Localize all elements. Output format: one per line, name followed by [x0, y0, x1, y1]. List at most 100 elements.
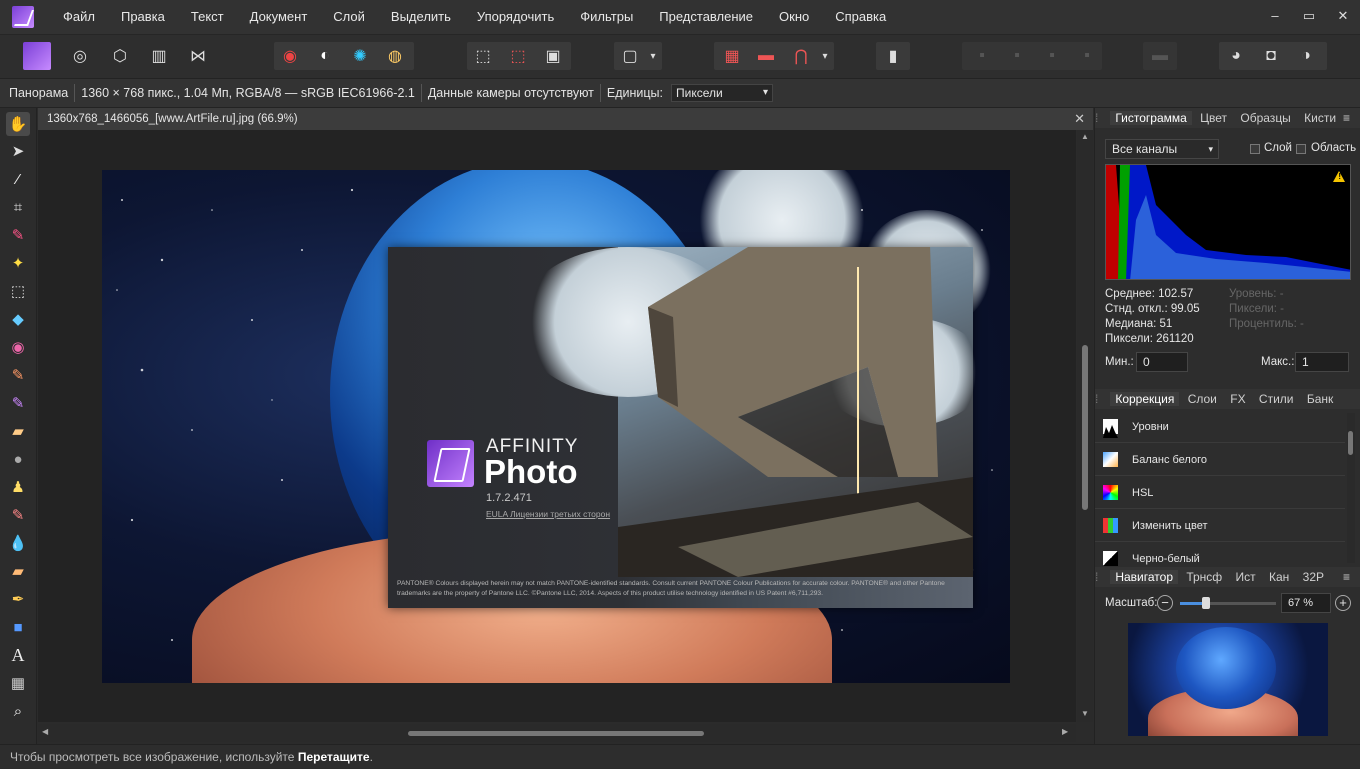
adjustment-scrollbar[interactable]	[1347, 413, 1355, 563]
panel-menu-icon[interactable]: ≡	[1338, 108, 1355, 128]
navigator-preview[interactable]	[1128, 623, 1328, 736]
tab-transform[interactable]: Трнсф	[1181, 570, 1227, 584]
flood-fill-tool-icon[interactable]: ◆	[6, 307, 30, 331]
auto-colors-icon[interactable]: ✺	[346, 42, 374, 70]
tab-layers[interactable]: Слои	[1183, 392, 1222, 406]
grip-icon[interactable]: ⁞	[1095, 389, 1107, 409]
selection-brush-tool-icon[interactable]: ✎	[6, 223, 30, 247]
rectangle-tool-icon[interactable]: ■	[6, 615, 30, 639]
snapping-magnet-icon[interactable]: ⋂	[787, 42, 815, 70]
quick-mask-icon[interactable]: ▢	[616, 42, 644, 70]
zoom-slider-track[interactable]	[1180, 597, 1276, 609]
tab-brushes[interactable]: Кисти	[1299, 111, 1341, 125]
restore-button[interactable]: ▭	[1292, 0, 1326, 34]
horizontal-scrollbar[interactable]: ◀ ▶	[38, 724, 1076, 742]
adjustment-black-white[interactable]: Черно-белый	[1095, 543, 1345, 566]
zoom-field[interactable]: 67 %	[1281, 593, 1331, 613]
max-field[interactable]: 1	[1295, 352, 1349, 372]
tab-navigator[interactable]: Навигатор	[1110, 570, 1178, 584]
document-tab[interactable]: 1360x768_1466056_[www.ArtFile.ru].jpg (6…	[38, 108, 1093, 130]
menu-text[interactable]: Текст	[178, 0, 237, 34]
select-all-icon[interactable]: ⬚	[469, 42, 497, 70]
mesh-warp-tool-icon[interactable]: ▦	[6, 671, 30, 695]
arrange-front-icon[interactable]: ▪	[1073, 42, 1101, 70]
auto-levels-icon[interactable]: ◉	[276, 42, 304, 70]
chevron-down-icon[interactable]: ▾	[644, 42, 662, 70]
adjustment-levels[interactable]: Уровни	[1095, 411, 1345, 443]
adjustment-replace-color[interactable]: Изменить цвет	[1095, 510, 1345, 542]
scroll-down-icon[interactable]: ▼	[1081, 709, 1089, 718]
tab-stock[interactable]: Банк	[1302, 392, 1338, 406]
flood-select-tool-icon[interactable]: ✦	[6, 251, 30, 275]
menu-window[interactable]: Окно	[766, 0, 822, 34]
area-checkbox[interactable]	[1296, 144, 1306, 154]
units-dropdown[interactable]: Пиксели	[671, 84, 774, 102]
scroll-up-icon[interactable]: ▲	[1081, 132, 1089, 141]
scroll-left-icon[interactable]: ◀	[42, 727, 48, 736]
vertical-scrollbar[interactable]: ▲ ▼	[1077, 130, 1093, 722]
text-tool-icon[interactable]: A	[6, 643, 30, 667]
minimize-button[interactable]: –	[1258, 0, 1292, 34]
develop-persona-icon[interactable]: ⬡	[106, 42, 134, 70]
crop-tool-icon[interactable]: ⌗	[6, 195, 30, 219]
menu-file[interactable]: Файл	[50, 0, 108, 34]
view-tool-icon[interactable]: ✋	[6, 112, 30, 136]
splash-license-links[interactable]: EULA Лицензии третьих сторон	[486, 509, 610, 519]
grid-icon[interactable]: ▦	[718, 42, 746, 70]
tab-styles[interactable]: Стили	[1254, 392, 1299, 406]
zoom-out-icon[interactable]: −	[1157, 595, 1173, 611]
auto-white-balance-icon[interactable]: ◍	[381, 42, 409, 70]
layer-checkbox[interactable]	[1250, 144, 1260, 154]
tab-color[interactable]: Цвет	[1195, 111, 1232, 125]
adjustment-white-balance[interactable]: Баланс белого	[1095, 444, 1345, 476]
arrange-back-icon[interactable]: ▪	[968, 42, 996, 70]
close-window-button[interactable]: ✕	[1326, 0, 1360, 34]
zoom-slider-handle[interactable]	[1202, 597, 1210, 609]
panel-menu-icon[interactable]: ≡	[1338, 567, 1355, 587]
tab-fx[interactable]: FX	[1225, 392, 1250, 406]
menu-view[interactable]: Представление	[646, 0, 766, 34]
marquee-tool-icon[interactable]: ⬚	[6, 279, 30, 303]
intersect-shape-icon[interactable]: ◑	[1292, 42, 1320, 70]
zoom-in-icon[interactable]: +	[1335, 595, 1351, 611]
grip-icon[interactable]: ⁞	[1095, 567, 1107, 587]
min-field[interactable]: 0	[1136, 352, 1188, 372]
liquify-persona-icon[interactable]: ◎	[66, 42, 94, 70]
grip-icon[interactable]: ⁞	[1095, 108, 1107, 128]
arrange-forward-icon[interactable]: ▪	[1038, 42, 1066, 70]
tab-swatches[interactable]: Образцы	[1235, 111, 1295, 125]
tab-history[interactable]: Ист	[1231, 570, 1261, 584]
assistant-icon[interactable]: ▮	[879, 42, 907, 70]
vertical-scroll-thumb[interactable]	[1082, 345, 1088, 510]
menu-arrange[interactable]: Упорядочить	[464, 0, 567, 34]
tab-32bit[interactable]: 32Р	[1298, 570, 1329, 584]
menu-layer[interactable]: Слой	[320, 0, 378, 34]
auto-contrast-icon[interactable]: ◐	[311, 42, 339, 70]
menu-help[interactable]: Справка	[822, 0, 899, 34]
paint-brush-tool-icon[interactable]: ✎	[6, 363, 30, 387]
dodge-tool-icon[interactable]: ●	[6, 447, 30, 471]
move-tool-icon[interactable]: ➤	[6, 139, 30, 163]
color-replacement-tool-icon[interactable]: ✎	[6, 391, 30, 415]
inpainting-tool-icon[interactable]: ▰	[6, 559, 30, 583]
color-picker-tool-icon[interactable]: ⁄	[6, 167, 30, 191]
tab-histogram[interactable]: Гистограмма	[1110, 111, 1192, 125]
photo-persona-icon[interactable]	[23, 42, 51, 70]
add-shape-icon[interactable]: ◕	[1222, 42, 1250, 70]
menu-document[interactable]: Документ	[237, 0, 321, 34]
zoom-tool-icon[interactable]: ⌕	[6, 699, 30, 723]
align-icon[interactable]: ▬	[752, 42, 780, 70]
subtract-shape-icon[interactable]: ◘	[1257, 42, 1285, 70]
chevron-down-icon[interactable]: ▾	[816, 42, 834, 70]
gradient-tool-icon[interactable]: ◉	[6, 335, 30, 359]
arrange-backward-icon[interactable]: ▪	[1003, 42, 1031, 70]
scroll-right-icon[interactable]: ▶	[1062, 727, 1068, 736]
menu-edit[interactable]: Правка	[108, 0, 178, 34]
deselect-icon[interactable]: ⬚	[504, 42, 532, 70]
clone-tool-icon[interactable]: ♟	[6, 475, 30, 499]
tone-mapping-persona-icon[interactable]: ▥	[145, 42, 173, 70]
menu-filters[interactable]: Фильтры	[567, 0, 646, 34]
export-persona-icon[interactable]: ⋈	[184, 42, 212, 70]
blur-tool-icon[interactable]: 💧	[6, 531, 30, 555]
invert-selection-icon[interactable]: ▣	[539, 42, 567, 70]
